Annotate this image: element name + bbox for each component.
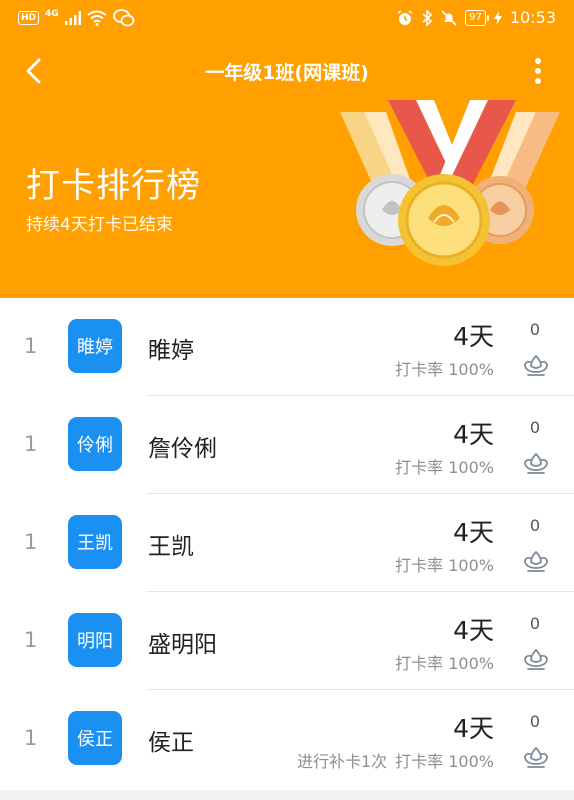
like-button[interactable] xyxy=(522,744,550,770)
like-count: 0 xyxy=(529,418,541,437)
rate-text: 打卡率 100% xyxy=(395,654,494,673)
student-name: 侯正 xyxy=(148,730,194,756)
avatar[interactable]: 王凯 xyxy=(68,515,122,569)
like-count: 0 xyxy=(529,712,541,731)
rate-text: 打卡率 100% xyxy=(395,752,494,771)
rank-number: 1 xyxy=(24,334,38,358)
avatar[interactable]: 侯正 xyxy=(68,711,122,765)
like-count: 0 xyxy=(529,516,541,535)
rate-text: 打卡率 100% xyxy=(395,556,494,575)
like-button[interactable] xyxy=(522,450,550,476)
rank-number: 1 xyxy=(24,432,38,456)
list-item[interactable]: 1 明阳 盛明阳 4天 打卡率 100% 0 xyxy=(0,592,574,690)
avatar[interactable]: 伶俐 xyxy=(68,417,122,471)
page-title: 一年级1班(网课班) xyxy=(205,62,369,84)
wechat-icon xyxy=(112,9,135,27)
checkin-rate: 打卡率 100% xyxy=(395,356,494,380)
avatar[interactable]: 睢婷 xyxy=(68,319,122,373)
rate-text: 打卡率 100% xyxy=(395,458,494,477)
charging-icon xyxy=(493,10,502,25)
battery-indicator: 97 xyxy=(465,9,489,26)
flower-like-icon xyxy=(524,746,548,768)
checkin-rate: 打卡率 100% xyxy=(395,552,494,576)
bottom-strip xyxy=(0,790,574,800)
list-item[interactable]: 1 侯正 侯正 4天 进行补卡1次 打卡率 100% 0 xyxy=(0,690,574,788)
network-type: 4G xyxy=(45,9,59,19)
checkin-days: 4天 xyxy=(453,518,494,547)
banner-subtitle: 持续4天打卡已结束 xyxy=(26,215,173,235)
ranking-list: 1 睢婷 睢婷 4天 打卡率 100% 0 1 伶俐 詹伶俐 4天 打卡率 10… xyxy=(0,298,574,788)
medals-illustration xyxy=(340,100,560,266)
student-name: 王凯 xyxy=(148,534,194,560)
like-button[interactable] xyxy=(522,548,550,574)
checkin-days: 4天 xyxy=(453,420,494,449)
mute-bell-icon xyxy=(441,9,457,26)
hd-badge: HD xyxy=(18,11,40,25)
student-name: 睢婷 xyxy=(148,338,194,364)
wifi-icon xyxy=(87,10,107,26)
student-name: 盛明阳 xyxy=(148,632,217,658)
status-bar: HD 4G 97 10:53 xyxy=(0,0,574,38)
flower-like-icon xyxy=(524,354,548,376)
nav-bar: 一年级1班(网课班) xyxy=(0,44,574,98)
makeup-note: 进行补卡1次 xyxy=(296,752,388,771)
flower-like-icon xyxy=(524,550,548,572)
like-button[interactable] xyxy=(522,352,550,378)
gold-medal xyxy=(398,174,490,266)
checkin-rate: 打卡率 100% xyxy=(395,650,494,674)
rank-number: 1 xyxy=(24,530,38,554)
like-count: 0 xyxy=(529,320,541,339)
header-banner: HD 4G 97 10:53 一年级1班(网课班) 打卡排行榜 持续4天打卡已结… xyxy=(0,0,574,298)
status-right: 97 10:53 xyxy=(397,8,556,27)
rank-number: 1 xyxy=(24,726,38,750)
status-left: HD 4G xyxy=(18,9,135,27)
signal-icon xyxy=(64,11,81,25)
alarm-icon xyxy=(397,9,413,25)
flower-like-icon xyxy=(524,452,548,474)
banner-title: 打卡排行榜 xyxy=(26,166,201,206)
list-item[interactable]: 1 王凯 王凯 4天 打卡率 100% 0 xyxy=(0,494,574,592)
list-item[interactable]: 1 伶俐 詹伶俐 4天 打卡率 100% 0 xyxy=(0,396,574,494)
checkin-rate: 进行补卡1次 打卡率 100% xyxy=(297,748,494,772)
checkin-rate: 打卡率 100% xyxy=(395,454,494,478)
student-name: 詹伶俐 xyxy=(148,436,217,462)
like-button[interactable] xyxy=(522,646,550,672)
rate-text: 打卡率 100% xyxy=(395,360,494,379)
checkin-days: 4天 xyxy=(453,616,494,645)
more-button[interactable] xyxy=(524,56,552,86)
bluetooth-icon xyxy=(422,9,433,26)
clock: 10:53 xyxy=(509,8,556,27)
rank-number: 1 xyxy=(24,628,38,652)
checkin-days: 4天 xyxy=(453,322,494,351)
checkin-days: 4天 xyxy=(453,714,494,743)
like-count: 0 xyxy=(529,614,541,633)
list-item[interactable]: 1 睢婷 睢婷 4天 打卡率 100% 0 xyxy=(0,298,574,396)
more-vertical-icon xyxy=(535,58,541,84)
flower-like-icon xyxy=(524,648,548,670)
avatar[interactable]: 明阳 xyxy=(68,613,122,667)
